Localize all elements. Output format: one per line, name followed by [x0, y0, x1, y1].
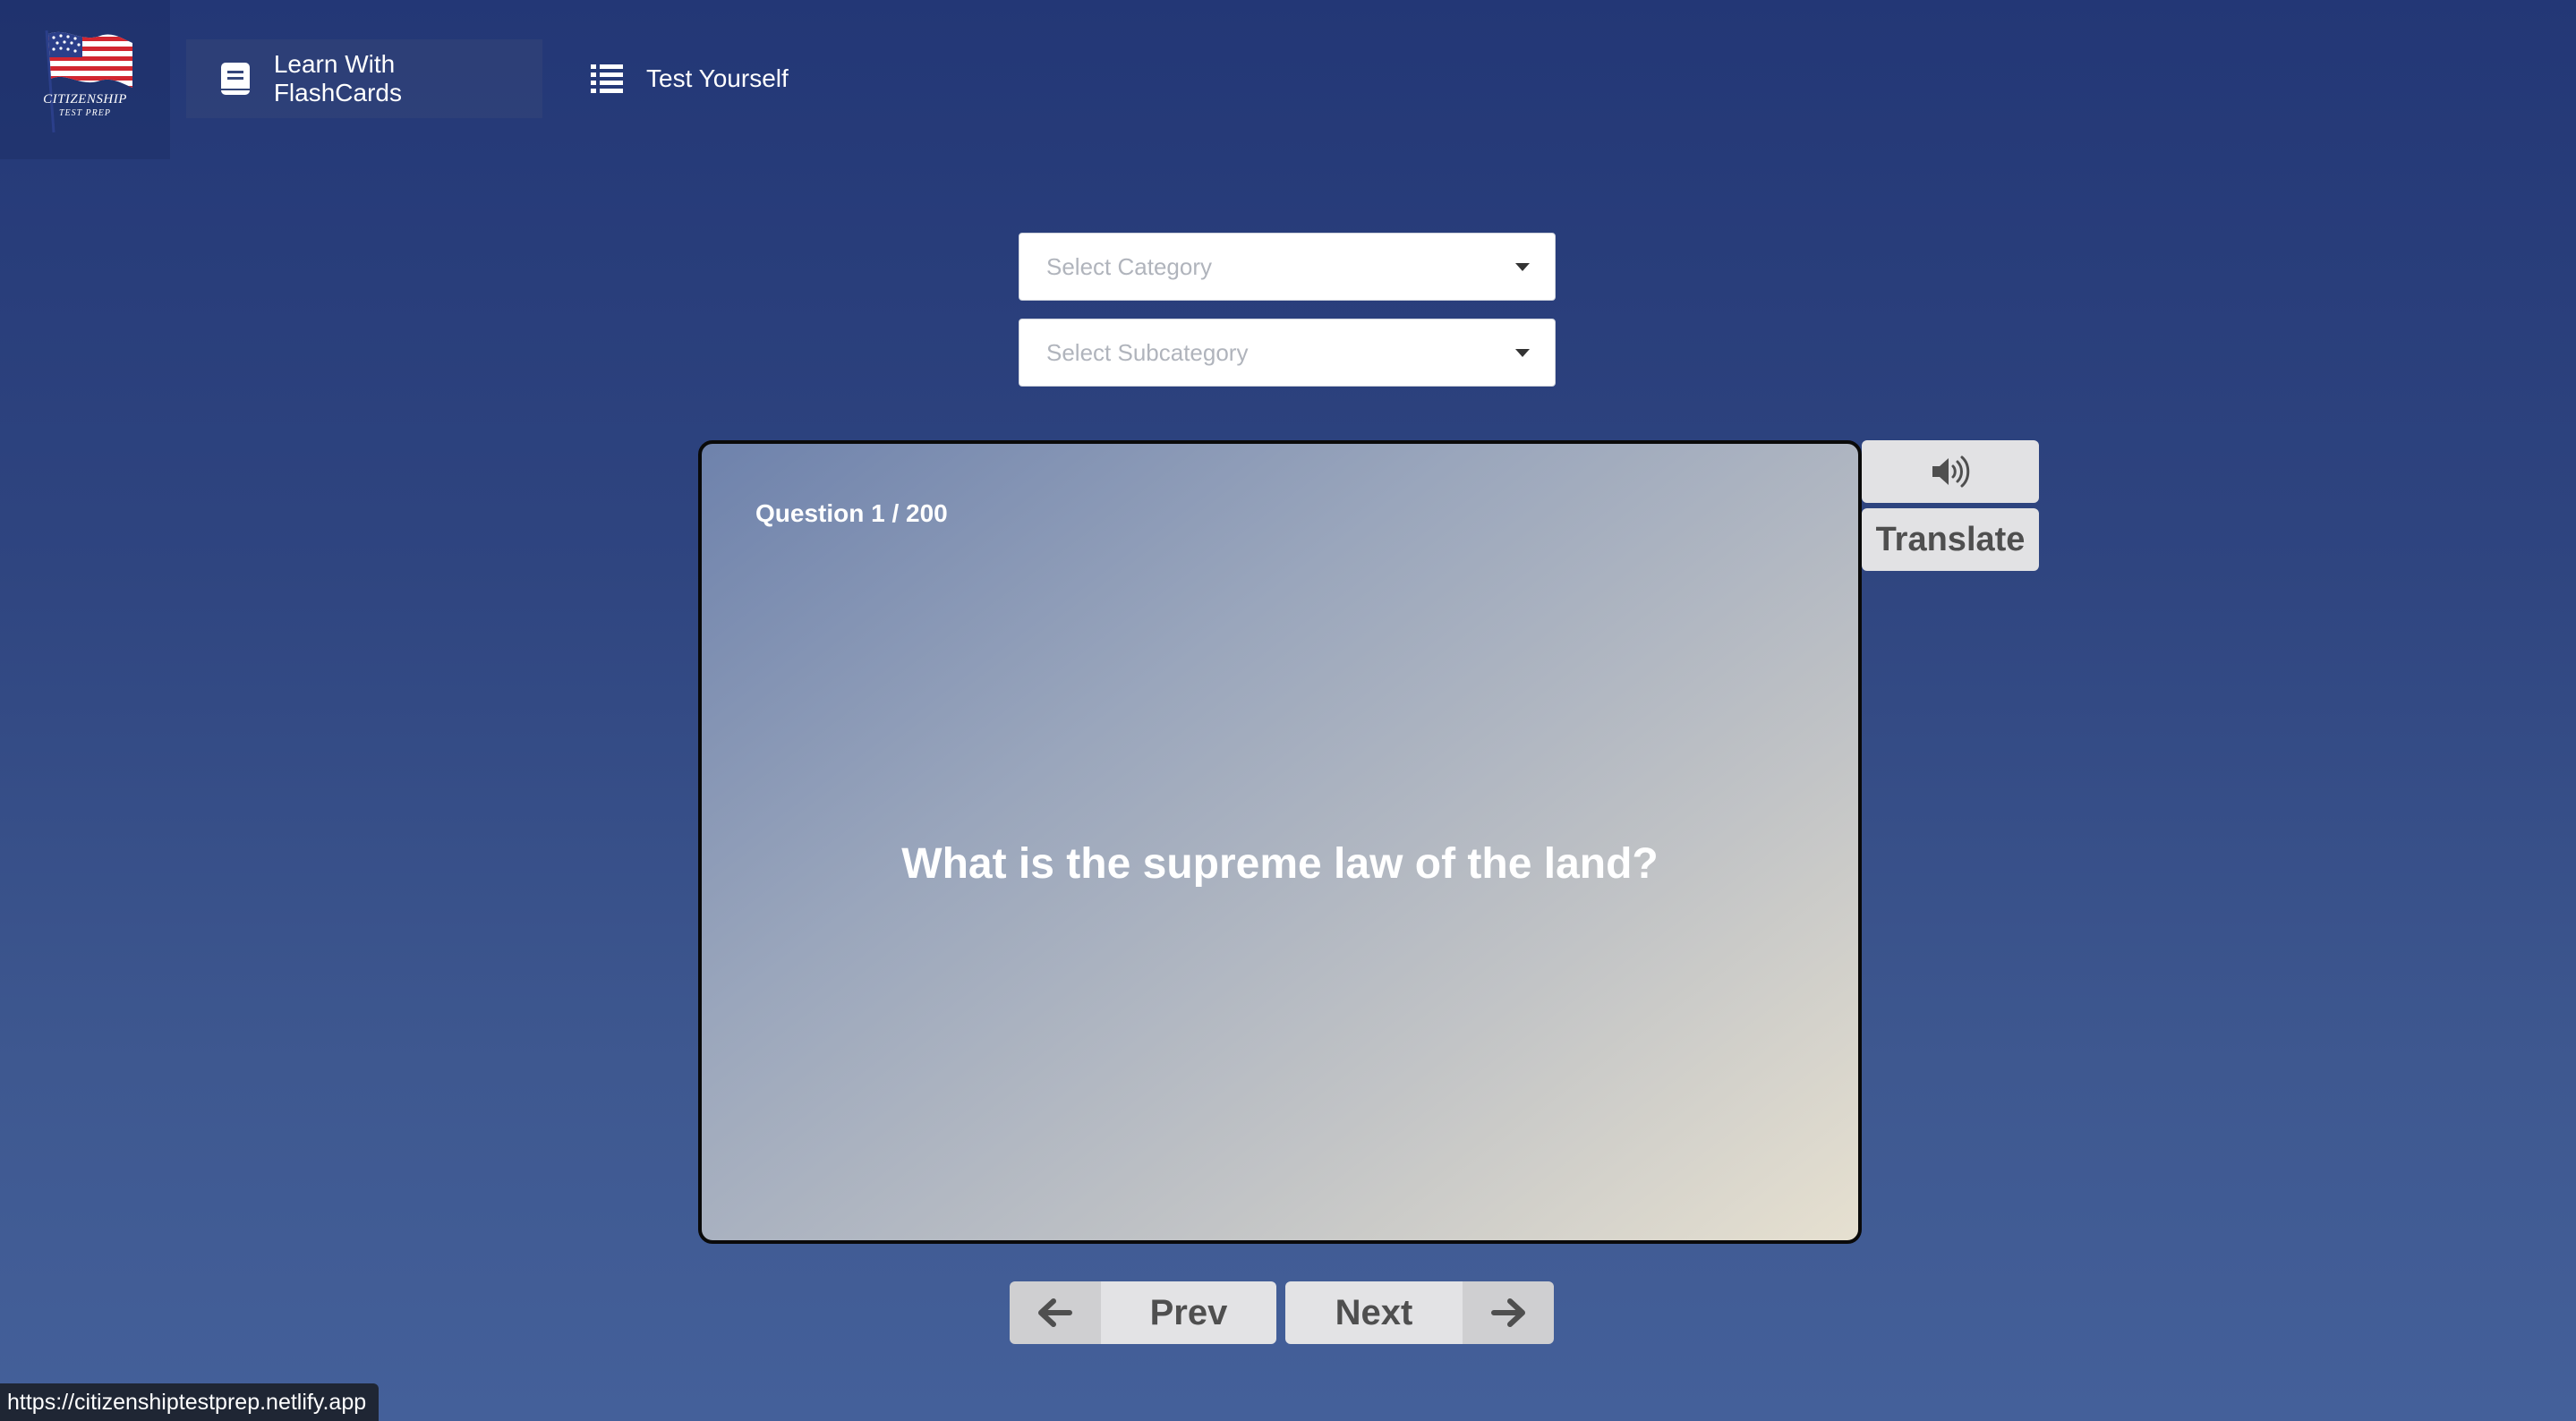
logo-line-2: TEST PREP [59, 108, 111, 118]
nav-test-yourself-label: Test Yourself [646, 64, 789, 92]
arrow-left-icon [1010, 1281, 1101, 1344]
flashcard[interactable]: Question 1 / 200 What is the supreme law… [698, 440, 1862, 1244]
status-bar-url: https://citizenshiptestprep.netlify.app [0, 1383, 380, 1421]
us-flag-icon [45, 30, 132, 133]
nav-learn-flashcards-label: Learn With FlashCards [273, 50, 402, 106]
list-icon [587, 59, 627, 98]
app-header: CITIZENSHIP TEST PREP Learn With FlashCa… [0, 0, 2576, 159]
question-counter: Question 1 / 200 [755, 499, 948, 527]
next-button-label: Next [1285, 1281, 1463, 1344]
chevron-down-icon [1515, 263, 1530, 271]
logo-caption: CITIZENSHIP TEST PREP [0, 93, 170, 118]
subcategory-select-placeholder: Select Subcategory [1046, 338, 1249, 366]
next-button[interactable]: Next [1285, 1281, 1554, 1344]
chevron-down-icon [1515, 349, 1530, 357]
flashcard-question: What is the supreme law of the land? [901, 840, 1659, 888]
app-logo[interactable]: CITIZENSHIP TEST PREP [0, 0, 170, 159]
speaker-icon [1932, 455, 1970, 488]
translate-button[interactable]: Translate [1862, 508, 2039, 571]
prev-button[interactable]: Prev [1010, 1281, 1276, 1344]
category-select-placeholder: Select Category [1046, 252, 1212, 280]
category-select[interactable]: Select Category [1019, 233, 1556, 301]
nav-test-yourself[interactable]: Test Yourself [557, 39, 825, 118]
prev-button-label: Prev [1101, 1281, 1276, 1344]
logo-line-1: CITIZENSHIP [43, 92, 127, 106]
speak-button[interactable] [1862, 440, 2039, 503]
subcategory-select[interactable]: Select Subcategory [1019, 319, 1556, 387]
nav-learn-flashcards[interactable]: Learn With FlashCards [186, 39, 542, 118]
arrow-right-icon [1463, 1281, 1554, 1344]
book-icon [217, 59, 254, 98]
